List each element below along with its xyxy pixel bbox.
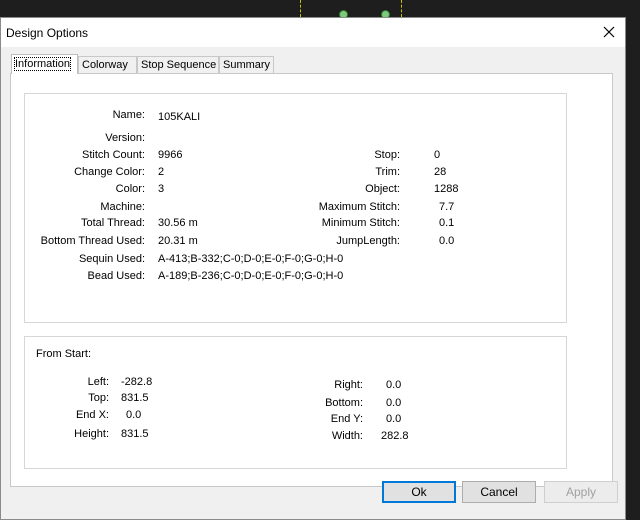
version-label: Version: xyxy=(105,132,145,144)
trim-label: Trim: xyxy=(375,166,400,178)
name-value: 105KALI xyxy=(158,111,201,123)
object-value: 1288 xyxy=(434,183,459,195)
object-label: Object: xyxy=(365,183,400,195)
bead-used-value: A-189;B-236;C-0;D-0;E-0;F-0;G-0;H-0 xyxy=(158,270,344,282)
left-label: Left: xyxy=(87,376,109,388)
maximum-stitch-label: Maximum Stitch: xyxy=(318,201,400,213)
change-color-value: 2 xyxy=(158,166,165,178)
stitch-count-label: Stitch Count: xyxy=(82,149,145,161)
bottom-label: Bottom: xyxy=(325,397,363,409)
dialog-title: Design Options xyxy=(6,26,89,40)
stop-label: Stop: xyxy=(374,149,400,161)
sequin-used-value: A-413;B-332;C-0;D-0;E-0;F-0;G-0;H-0 xyxy=(158,253,344,265)
stitch-count-value: 9966 xyxy=(158,149,183,161)
title-bar: Design Options xyxy=(1,18,625,47)
from-start-heading: From Start: xyxy=(36,348,92,360)
left-value: -282.8 xyxy=(121,376,153,388)
jump-length-label: JumpLength: xyxy=(336,235,400,247)
total-thread-value: 30.56 m xyxy=(158,217,198,229)
top-label: Top: xyxy=(88,392,109,404)
height-value: 831.5 xyxy=(121,428,149,440)
jump-length-value: 0.0 xyxy=(439,235,455,247)
height-label: Height: xyxy=(74,428,109,440)
width-label: Width: xyxy=(331,430,363,442)
design-info-group: Name: 105KALI Version: Stitch Count: 996… xyxy=(24,93,567,323)
design-options-dialog: Design Options Information Colorway Stop… xyxy=(0,17,626,520)
color-label: Color: xyxy=(115,183,145,195)
total-thread-label: Total Thread: xyxy=(80,217,145,229)
information-panel: Name: 105KALI Version: Stitch Count: 996… xyxy=(10,73,613,487)
close-icon xyxy=(603,26,615,38)
trim-value: 28 xyxy=(434,166,447,178)
minimum-stitch-value: 0.1 xyxy=(439,217,455,229)
color-value: 3 xyxy=(158,183,165,195)
canvas-guide-line xyxy=(300,0,301,17)
bead-used-label: Bead Used: xyxy=(87,270,145,282)
from-start-group: From Start: Left: -282.8 Top: 831.5 End … xyxy=(24,336,567,469)
change-color-label: Change Color: xyxy=(74,166,145,178)
width-value: 282.8 xyxy=(381,430,409,442)
apply-button[interactable]: Apply xyxy=(544,481,618,503)
end-x-label: End X: xyxy=(75,409,109,421)
top-value: 831.5 xyxy=(121,392,149,404)
ok-button[interactable]: Ok xyxy=(382,481,456,503)
end-y-value: 0.0 xyxy=(386,413,402,425)
tab-colorway[interactable]: Colorway xyxy=(78,56,137,73)
right-value: 0.0 xyxy=(386,379,402,391)
tab-information[interactable]: Information xyxy=(11,54,78,74)
canvas-guide-line xyxy=(401,0,402,17)
stop-value: 0 xyxy=(434,149,441,161)
tab-stop-sequence[interactable]: Stop Sequence xyxy=(137,56,219,73)
sequin-used-label: Sequin Used: xyxy=(78,253,145,265)
end-y-label: End Y: xyxy=(330,413,363,425)
minimum-stitch-label: Minimum Stitch: xyxy=(321,217,400,229)
bottom-thread-label: Bottom Thread Used: xyxy=(40,235,145,247)
bottom-value: 0.0 xyxy=(386,397,402,409)
machine-label: Machine: xyxy=(100,201,145,213)
right-label: Right: xyxy=(334,379,363,391)
tab-summary[interactable]: Summary xyxy=(219,56,274,73)
maximum-stitch-value: 7.7 xyxy=(439,201,455,213)
close-button[interactable] xyxy=(597,21,621,43)
end-x-value: 0.0 xyxy=(126,409,142,421)
bottom-thread-value: 20.31 m xyxy=(158,235,198,247)
cancel-button[interactable]: Cancel xyxy=(462,481,536,503)
name-label: Name: xyxy=(112,109,145,121)
